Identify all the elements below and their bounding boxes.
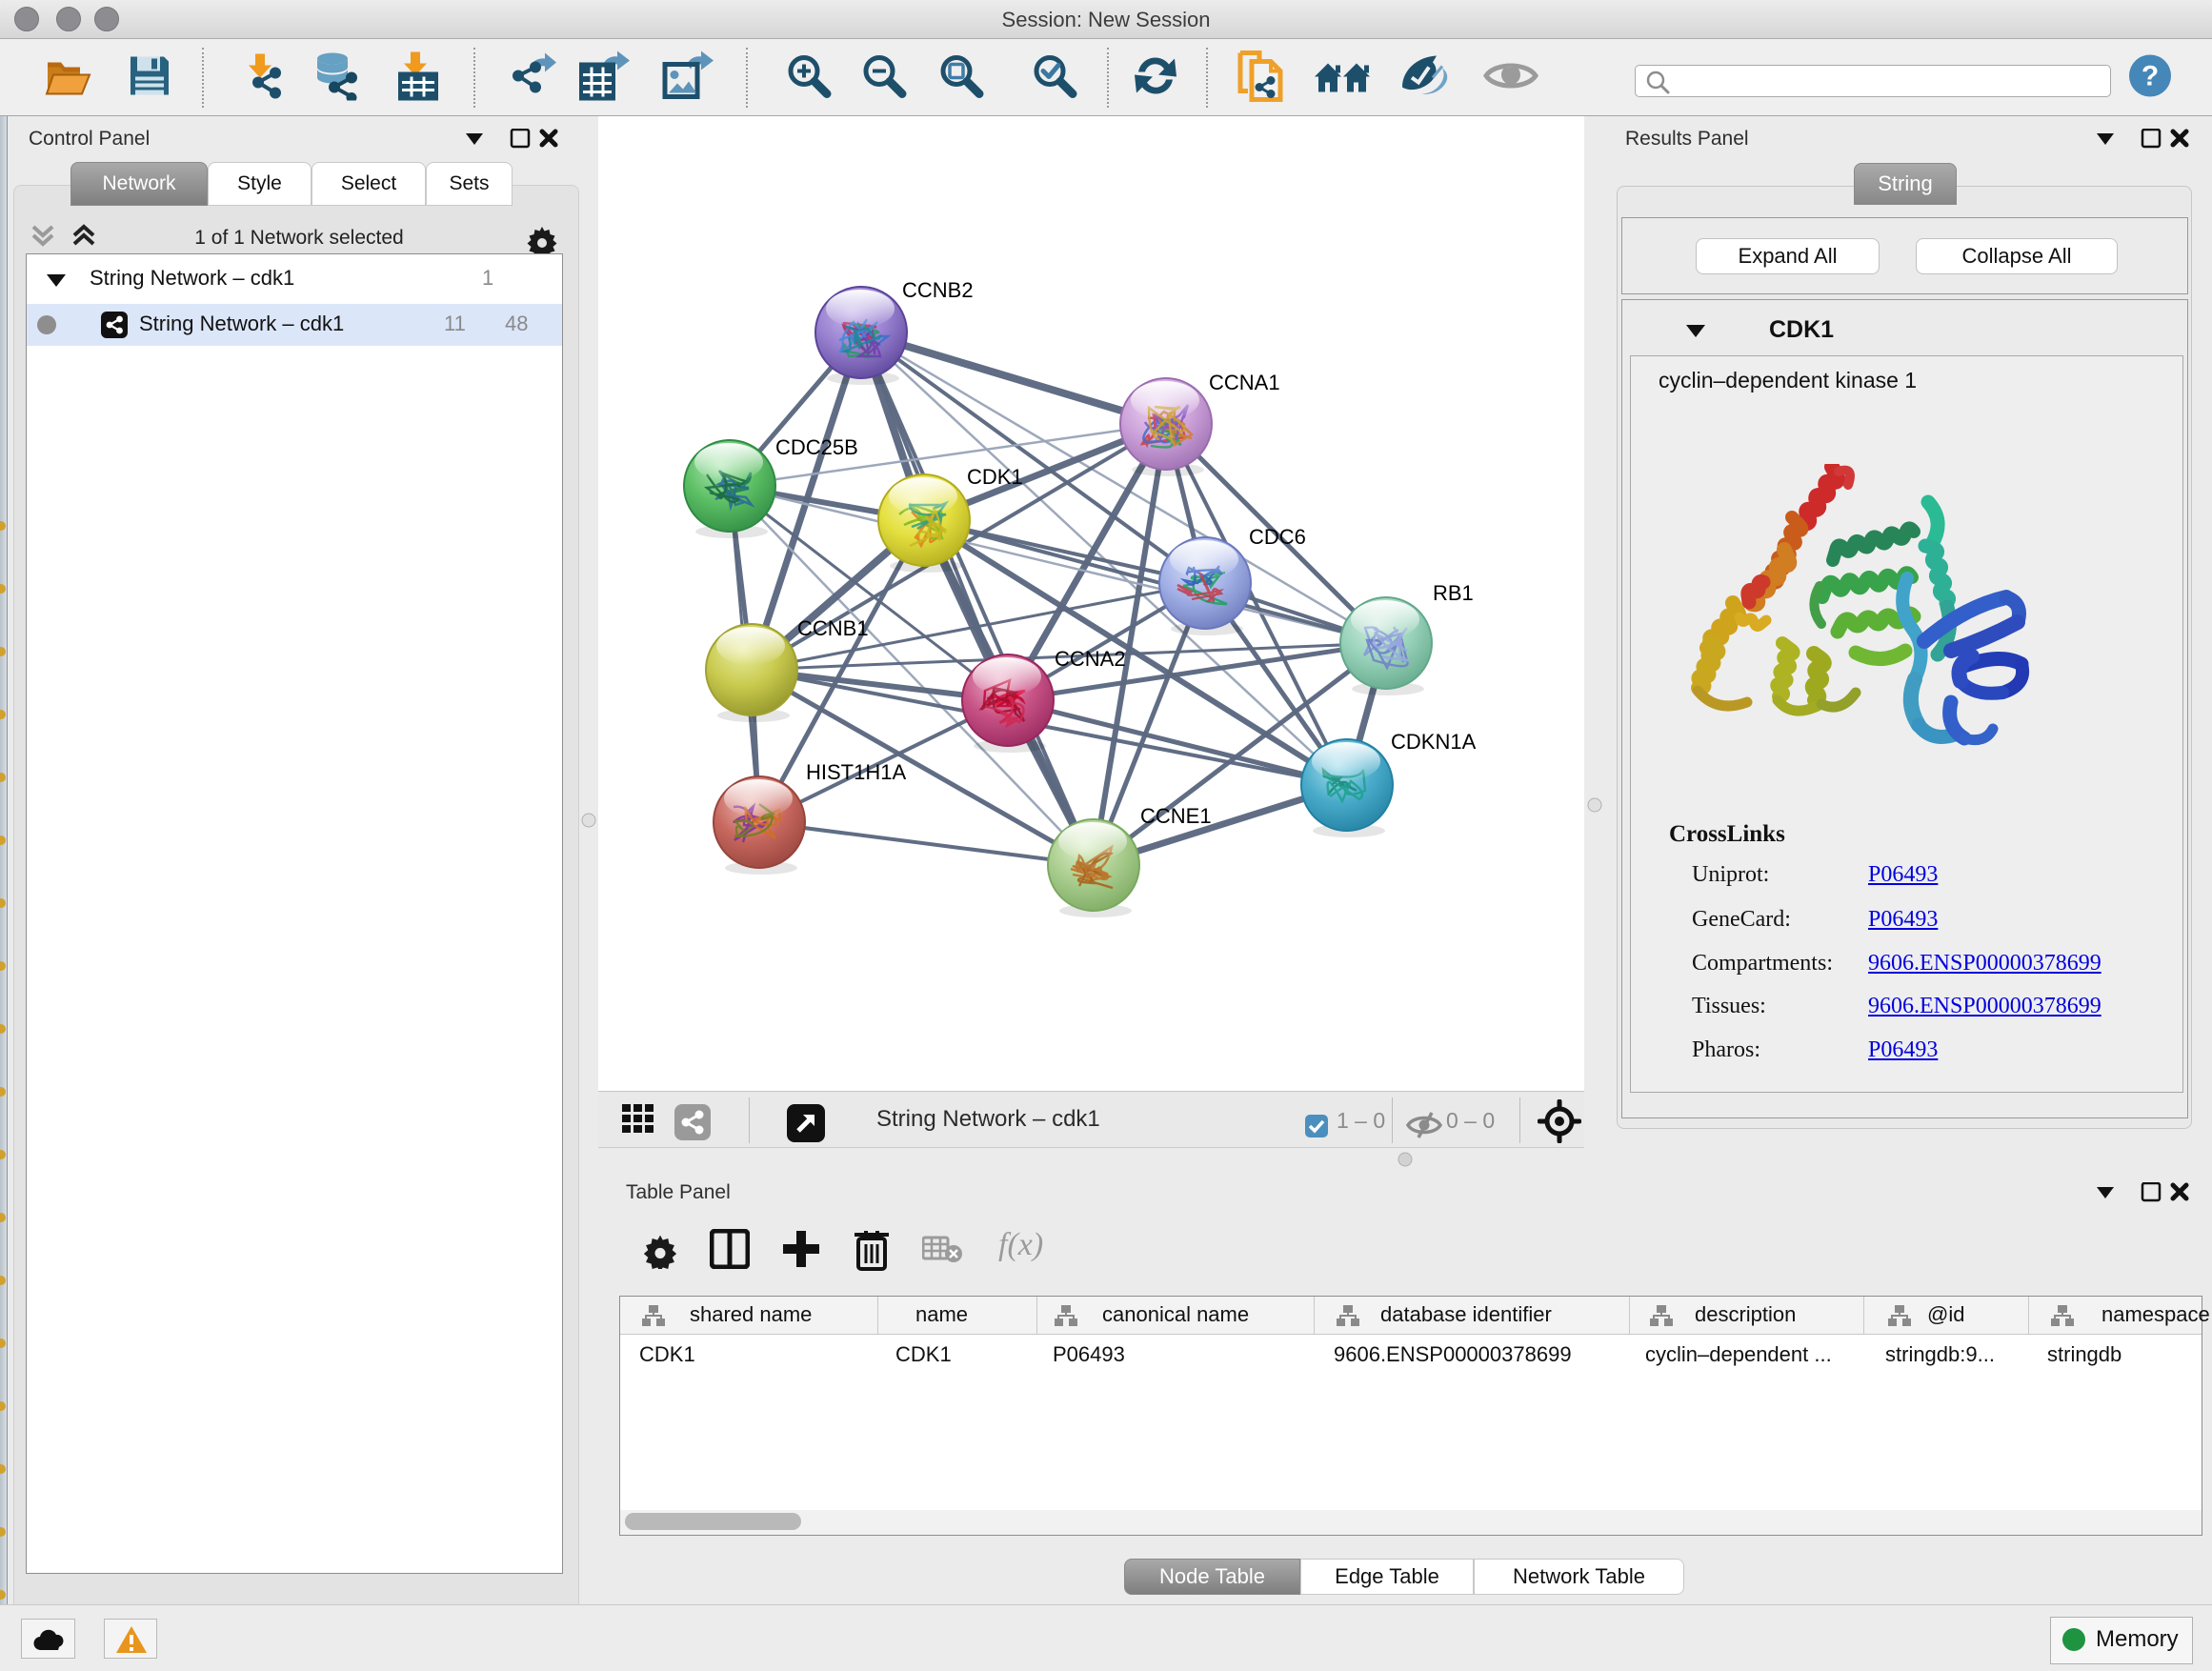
svg-text:CDK1: CDK1 [967, 465, 1023, 489]
svg-text:CCNA2: CCNA2 [1055, 647, 1126, 671]
svg-text:CCNB1: CCNB1 [797, 616, 869, 640]
svg-text:CDKN1A: CDKN1A [1391, 730, 1477, 754]
svg-text:HIST1H1A: HIST1H1A [806, 760, 906, 784]
svg-text:CDC25B: CDC25B [775, 435, 858, 459]
svg-text:?: ? [2142, 61, 2159, 92]
svg-text:CCNA1: CCNA1 [1209, 371, 1280, 394]
svg-text:CCNE1: CCNE1 [1140, 804, 1212, 828]
svg-text:CCNB2: CCNB2 [902, 278, 974, 302]
svg-text:CDC6: CDC6 [1249, 525, 1306, 549]
svg-text:RB1: RB1 [1433, 581, 1474, 605]
